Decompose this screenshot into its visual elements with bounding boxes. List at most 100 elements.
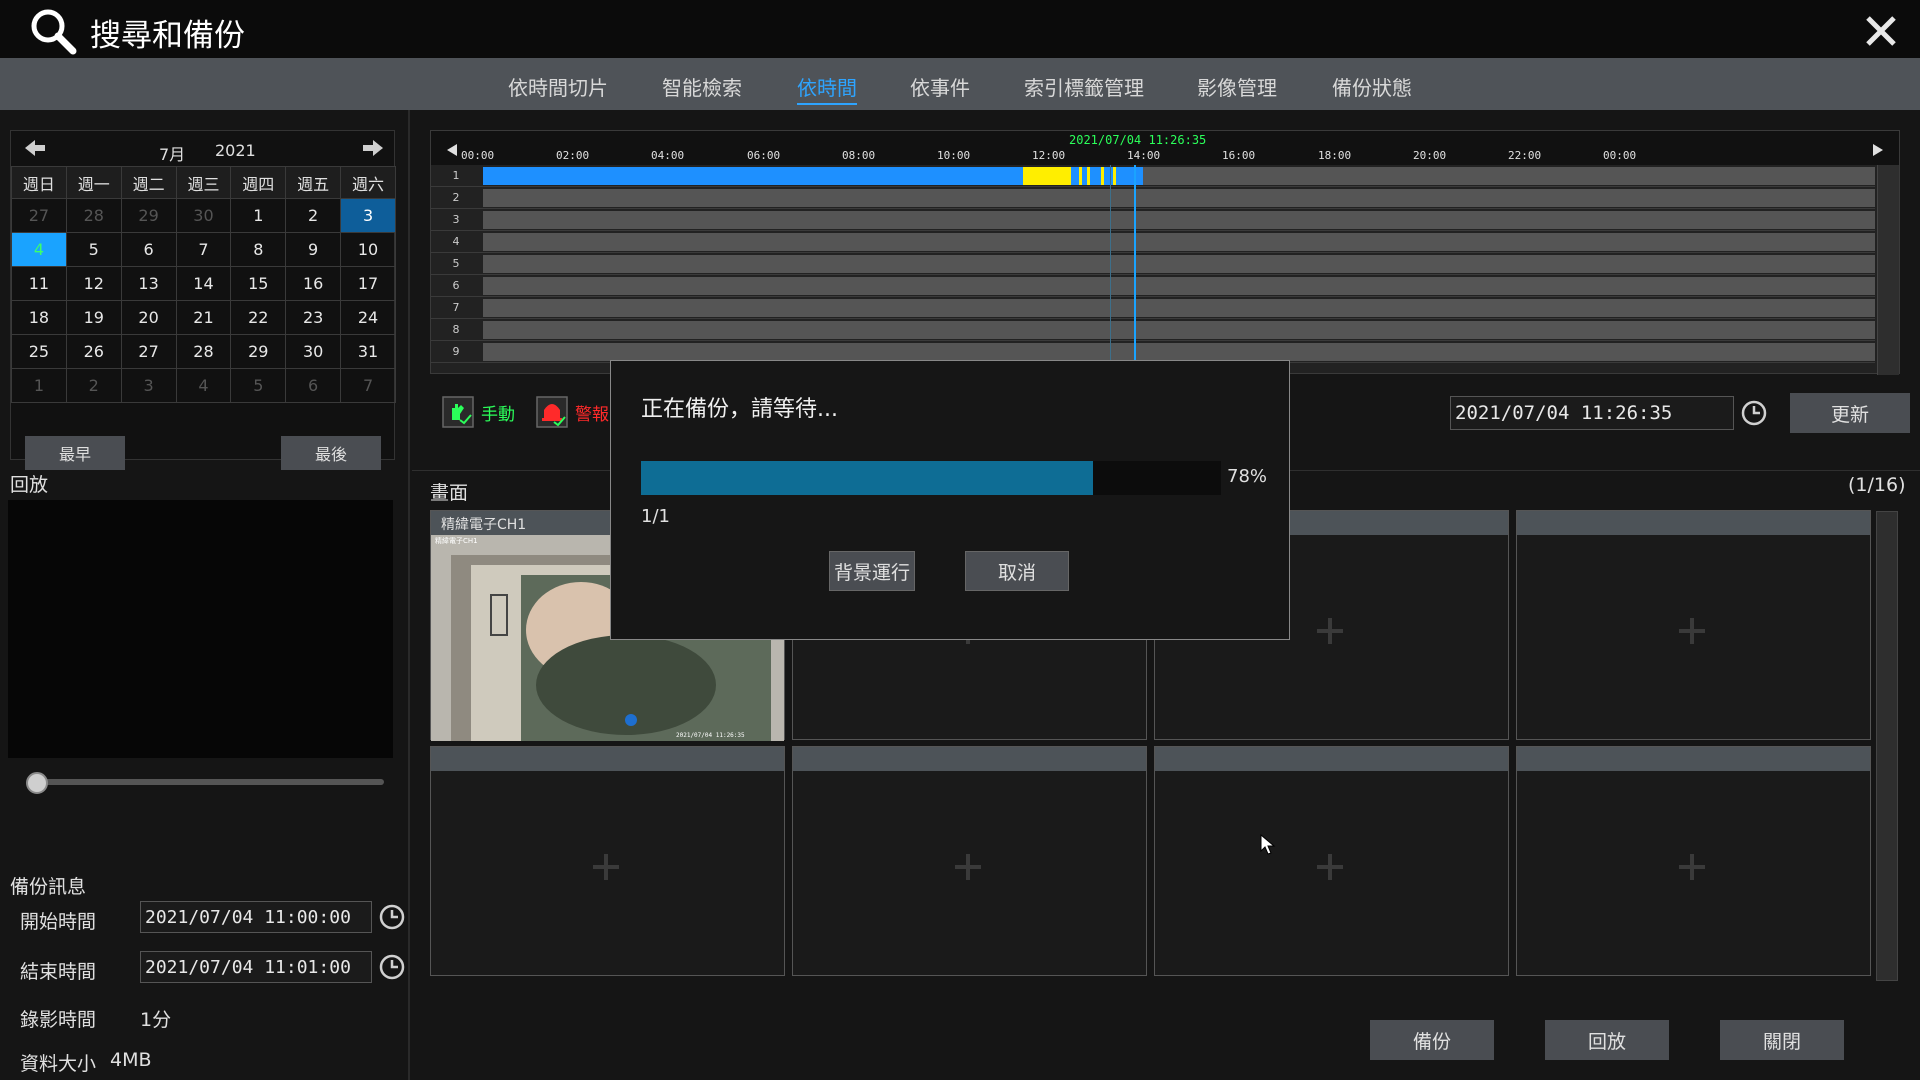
timeline-track[interactable] [483, 299, 1875, 317]
calendar-day[interactable]: 4 [175, 368, 232, 403]
calendar-day[interactable]: 30 [175, 198, 232, 233]
calendar-day[interactable]: 6 [285, 368, 342, 403]
calendar-day[interactable]: 31 [340, 334, 396, 369]
calendar-day[interactable]: 7 [340, 368, 396, 403]
calendar-day[interactable]: 1 [11, 368, 67, 403]
start-time-field[interactable] [140, 901, 372, 933]
tab-time-slice[interactable]: 依時間切片 [508, 72, 608, 101]
timeline-track[interactable] [483, 277, 1875, 295]
calendar-day[interactable]: 10 [340, 232, 396, 267]
dialog-cancel-button[interactable]: 取消 [965, 551, 1069, 591]
playback-button[interactable]: 回放 [1545, 1020, 1669, 1060]
add-channel-icon[interactable] [591, 852, 621, 882]
calendar-day[interactable]: 11 [11, 266, 67, 301]
playback-slider-track[interactable] [28, 779, 384, 785]
tab-by-time[interactable]: 依時間 [797, 72, 857, 105]
timeline-row[interactable]: 5 [431, 253, 1875, 275]
earliest-button[interactable]: 最早 [25, 436, 125, 470]
calendar-day[interactable]: 9 [285, 232, 342, 267]
latest-button[interactable]: 最後 [281, 436, 381, 470]
timeline-row[interactable]: 8 [431, 319, 1875, 341]
add-channel-icon[interactable] [1315, 852, 1345, 882]
calendar-day[interactable]: 7 [175, 232, 232, 267]
timeline-track[interactable] [483, 343, 1875, 361]
calendar-day[interactable]: 29 [230, 334, 287, 369]
timeline-track[interactable] [483, 255, 1875, 273]
calendar-day[interactable]: 19 [65, 300, 122, 335]
close-button[interactable]: 關閉 [1720, 1020, 1844, 1060]
timeline-left-icon[interactable] [445, 143, 459, 157]
calendar-day[interactable]: 28 [65, 198, 122, 233]
calendar-day[interactable]: 25 [11, 334, 67, 369]
calendar-day[interactable]: 16 [285, 266, 342, 301]
clock-icon[interactable] [378, 953, 406, 981]
calendar-day[interactable]: 5 [65, 232, 122, 267]
calendar-day[interactable]: 24 [340, 300, 396, 335]
next-month-icon[interactable] [361, 137, 385, 159]
calendar-day[interactable]: 28 [175, 334, 232, 369]
clock-icon[interactable] [1740, 399, 1768, 427]
timeline-row[interactable]: 6 [431, 275, 1875, 297]
calendar-day[interactable]: 5 [230, 368, 287, 403]
end-time-field[interactable] [140, 951, 372, 983]
timeline[interactable]: 2021/07/04 11:26:35 00:00 02:00 04:00 06:00… [430, 130, 1900, 375]
timeline-scrollbar[interactable] [1877, 165, 1899, 375]
calendar-day[interactable]: 26 [65, 334, 122, 369]
calendar-day[interactable]: 12 [65, 266, 122, 301]
channel-tile-empty[interactable] [792, 746, 1147, 976]
backup-button[interactable]: 備份 [1370, 1020, 1494, 1060]
timeline-row[interactable]: 3 [431, 209, 1875, 231]
tab-by-event[interactable]: 依事件 [910, 72, 970, 101]
alarm-record-icon[interactable] [536, 396, 568, 428]
clock-icon[interactable] [378, 903, 406, 931]
calendar-day[interactable]: 17 [340, 266, 396, 301]
add-channel-icon[interactable] [1677, 616, 1707, 646]
calendar-day[interactable]: 29 [120, 198, 177, 233]
calendar-day[interactable]: 18 [11, 300, 67, 335]
tab-image-management[interactable]: 影像管理 [1197, 72, 1277, 101]
update-button[interactable]: 更新 [1790, 393, 1910, 433]
calendar-day[interactable]: 3 [120, 368, 177, 403]
calendar-day[interactable]: 27 [11, 198, 67, 233]
calendar-day[interactable]: 20 [120, 300, 177, 335]
tab-tag-management[interactable]: 索引標籤管理 [1024, 72, 1144, 101]
add-channel-icon[interactable] [1315, 616, 1345, 646]
calendar-day[interactable]: 1 [230, 198, 287, 233]
background-run-button[interactable]: 背景運行 [829, 551, 915, 591]
manual-record-icon[interactable] [442, 396, 474, 428]
prev-month-icon[interactable] [23, 137, 47, 159]
calendar-day[interactable]: 27 [120, 334, 177, 369]
timeline-right-icon[interactable] [1871, 143, 1885, 157]
calendar-day[interactable]: 15 [230, 266, 287, 301]
timeline-track[interactable] [483, 211, 1875, 229]
channel-grid-scrollbar[interactable] [1876, 511, 1898, 981]
calendar-day[interactable]: 22 [230, 300, 287, 335]
calendar-day[interactable]: 2 [65, 368, 122, 403]
calendar-day-highlighted[interactable]: 3 [340, 198, 396, 233]
timeline-track[interactable] [483, 167, 1875, 185]
tab-backup-status[interactable]: 備份狀態 [1332, 72, 1412, 101]
timeline-track[interactable] [483, 321, 1875, 339]
timeline-row[interactable]: 7 [431, 297, 1875, 319]
calendar-day[interactable]: 6 [120, 232, 177, 267]
channel-tile-empty[interactable] [1154, 746, 1509, 976]
add-channel-icon[interactable] [1677, 852, 1707, 882]
calendar-day[interactable]: 23 [285, 300, 342, 335]
channel-tile-empty[interactable] [430, 746, 785, 976]
calendar-day[interactable]: 21 [175, 300, 232, 335]
channel-tile-empty[interactable] [1516, 746, 1871, 976]
calendar-day[interactable]: 8 [230, 232, 287, 267]
channel-tile-empty[interactable] [1516, 510, 1871, 740]
close-icon[interactable] [1862, 12, 1900, 50]
timeline-row[interactable]: 4 [431, 231, 1875, 253]
timeline-track[interactable] [483, 233, 1875, 251]
timeline-cursor-line[interactable] [1134, 165, 1136, 375]
calendar-day-selected[interactable]: 4 [11, 232, 67, 267]
tab-smart-search[interactable]: 智能檢索 [662, 72, 742, 101]
calendar-day[interactable]: 2 [285, 198, 342, 233]
calendar-day[interactable]: 30 [285, 334, 342, 369]
playback-slider-thumb[interactable] [26, 772, 48, 794]
calendar-day[interactable]: 14 [175, 266, 232, 301]
timeline-row[interactable]: 1 [431, 165, 1875, 187]
add-channel-icon[interactable] [953, 852, 983, 882]
